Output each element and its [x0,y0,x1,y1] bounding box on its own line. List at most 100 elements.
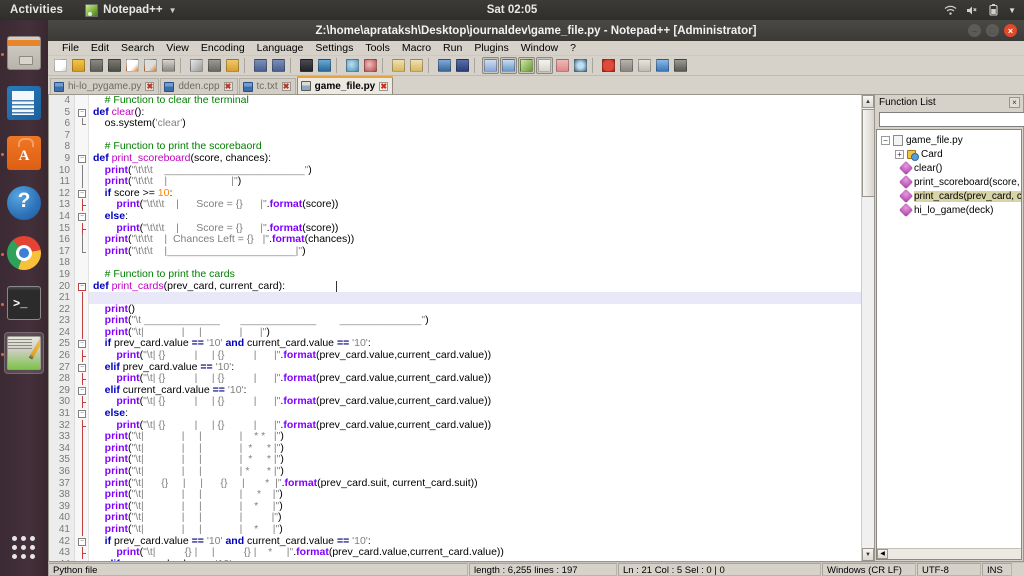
editor-vertical-scrollbar[interactable]: ▲ ▼ [861,95,875,561]
fold-marker[interactable] [75,466,88,478]
launcher-item-google-chrome[interactable] [7,236,41,270]
folder-as-workspace-icon[interactable] [554,57,571,74]
fold-marker[interactable] [75,141,88,153]
fold-marker[interactable] [75,454,88,467]
app-menu-button[interactable]: Notepad++ [103,4,162,16]
fold-marker[interactable] [75,547,88,560]
close-icon[interactable]: × [1009,96,1020,108]
menu-item-plugins[interactable]: Plugins [468,41,514,56]
fold-marker[interactable] [75,431,88,444]
code-line[interactable] [89,292,861,304]
expand-icon[interactable]: + [895,149,904,159]
user-defined-dialog-icon[interactable] [500,57,517,74]
code-line[interactable]: elif prev_card.value == '10': [89,558,861,561]
tab-hi-lo-pygame-py[interactable]: hi-lo_pygame.py ✖ [50,78,160,94]
menu-item-macro[interactable]: Macro [396,41,437,56]
code-text-area[interactable]: # Function to clear the terminal def clea… [89,95,861,561]
fold-marker[interactable]: − [75,536,88,548]
menu-item-search[interactable]: Search [115,41,160,56]
replace-icon[interactable] [316,57,333,74]
code-line[interactable]: os.system('clear') [89,117,861,130]
launcher-item-notepad-plus-plus[interactable] [7,336,41,370]
menu-item-edit[interactable]: Edit [85,41,115,56]
fold-marker[interactable]: − [75,153,88,165]
close-file-icon[interactable] [124,57,141,74]
copy-icon[interactable] [206,57,223,74]
fold-marker[interactable]: − [75,338,88,350]
zoom-out-icon[interactable] [362,57,379,74]
code-line[interactable]: # Function to clear the terminal [89,95,861,107]
maximize-button[interactable]: □ [986,24,999,37]
cut-icon[interactable] [188,57,205,74]
fold-marker[interactable] [75,350,88,363]
find-icon[interactable] [298,57,315,74]
undo-icon[interactable] [252,57,269,74]
show-all-chars-icon[interactable] [454,57,471,74]
run-macro-multiple-icon[interactable] [654,57,671,74]
fold-marker[interactable] [75,500,88,513]
code-editor[interactable]: 4 5 6 7 8 9 10 11 12 13 14 15 16 17 18 19 20 21 22 23 24 25 26… [49,95,861,561]
fold-marker[interactable] [75,222,88,235]
print-icon[interactable] [160,57,177,74]
fold-margin[interactable]: − − − − − − − − − − − [75,95,89,561]
indent-guide-icon[interactable] [482,57,499,74]
fold-marker[interactable]: − [75,281,88,293]
fold-marker[interactable] [75,326,88,339]
new-file-icon[interactable] [52,57,69,74]
sync-vertical-icon[interactable] [390,57,407,74]
code-line[interactable]: def clear(): [89,106,861,119]
sync-horizontal-icon[interactable] [408,57,425,74]
clock[interactable]: Sat 02:05 [487,4,538,16]
menu-item-language[interactable]: Language [251,41,310,56]
minimize-button[interactable]: – [968,24,981,37]
close-all-icon[interactable] [142,57,159,74]
scroll-left-button[interactable]: ◀ [877,549,888,559]
code-line[interactable]: print("\t\t\t | |") [89,175,861,188]
function-list-search-input[interactable] [879,111,1024,127]
tab-dden-cpp[interactable]: dden.cpp ✖ [160,78,238,94]
fold-marker[interactable]: − [75,107,88,119]
fold-marker[interactable]: − [75,188,88,200]
record-macro-icon[interactable] [600,57,617,74]
save-icon[interactable] [88,57,105,74]
fold-marker[interactable] [75,442,88,455]
function-list-item[interactable]: print_cards(prev_card, current_card) [877,188,1021,204]
launcher-item-ubuntu-software[interactable] [7,136,41,170]
word-wrap-icon[interactable] [436,57,453,74]
tab-game-file-py[interactable]: game_file.py ✖ [296,76,394,94]
fold-marker[interactable] [75,303,88,316]
tab-tc-txt[interactable]: tc.txt ✖ [238,78,296,94]
save-all-icon[interactable] [106,57,123,74]
code-line[interactable]: print("\t\t\t | Score = {} |".format(sco… [89,199,861,211]
function-list-item[interactable]: print_scoreboard(score, chances) [877,174,1021,190]
close-button[interactable]: × [1004,24,1017,37]
fold-marker[interactable] [75,292,88,305]
menu-item-window[interactable]: Window [515,41,564,56]
play-macro-icon[interactable] [636,57,653,74]
fold-marker[interactable] [75,95,88,107]
close-icon[interactable]: ✖ [281,82,291,91]
fold-marker[interactable] [75,199,88,212]
launcher-item-terminal[interactable] [7,286,41,320]
menu-item-file[interactable]: File [56,41,85,56]
fold-marker[interactable] [75,118,88,130]
document-map-icon[interactable] [518,57,535,74]
fold-marker[interactable] [75,315,88,328]
redo-icon[interactable] [270,57,287,74]
fold-marker[interactable] [75,257,88,269]
menu-item-tools[interactable]: Tools [359,41,396,56]
paste-icon[interactable] [224,57,241,74]
function-list-tree[interactable]: − game_file.py + Card clear() print_scoreboar… [876,129,1022,560]
fold-marker[interactable] [75,477,88,490]
scroll-up-button[interactable]: ▲ [862,95,874,108]
fold-marker[interactable]: − [75,211,88,223]
fold-marker[interactable]: − [75,362,88,374]
fold-marker[interactable]: − [75,385,88,397]
fold-marker[interactable]: − [75,408,88,420]
code-line[interactable]: def print_cards(prev_card, current_card)… [89,280,861,293]
launcher-item-files[interactable] [7,36,41,70]
menu-item-[interactable]: ? [564,41,582,56]
function-list-item[interactable]: hi_lo_game(deck) [877,202,1021,218]
launcher-item-help[interactable] [7,186,41,220]
launcher-item-libreoffice-writer[interactable] [7,86,41,120]
